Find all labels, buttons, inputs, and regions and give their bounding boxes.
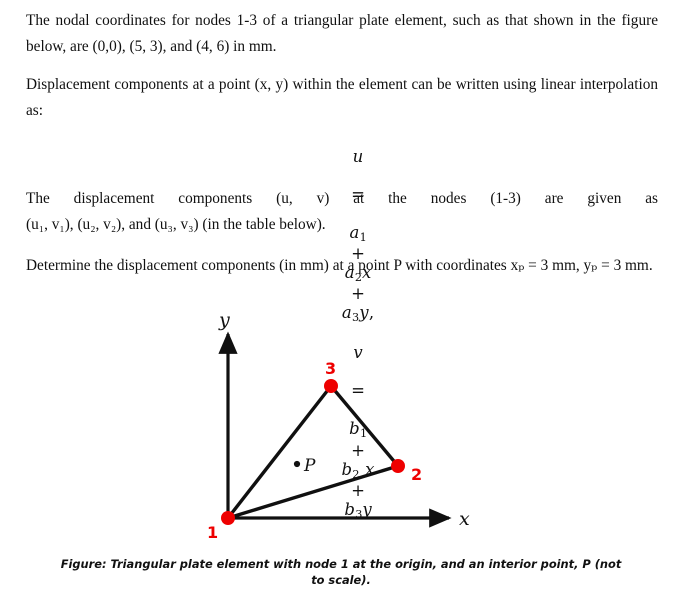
paragraph-1-text: The nodal coordinates for nodes 1-3 of a… xyxy=(26,12,658,55)
node-3-label: 3 xyxy=(325,359,336,378)
paragraph-nodal-coordinates: The nodal coordinates for nodes 1-3 of a… xyxy=(26,8,658,60)
axis-x-label: x xyxy=(459,508,470,530)
axis-y-label: y xyxy=(218,309,230,331)
paragraph-nodal-displacements: The displacement components (u, v) at th… xyxy=(26,186,658,238)
paragraph-2-text: Displacement components at a point (x, y… xyxy=(26,76,658,119)
figure-triangular-element: P 1 2 3 y x xyxy=(0,300,683,550)
node-2-marker xyxy=(391,459,405,473)
node-3-marker xyxy=(324,379,338,393)
node-1-label: 1 xyxy=(207,523,218,542)
document-page: The nodal coordinates for nodes 1-3 of a… xyxy=(0,0,683,609)
paragraph-determine-task: Determine the displacement components (i… xyxy=(26,253,666,279)
point-p-marker xyxy=(293,460,301,468)
point-p-label: P xyxy=(303,456,316,476)
node-2-label: 2 xyxy=(411,465,422,484)
paragraph-3-line-1: The displacement components (u, v) at th… xyxy=(26,190,658,207)
eq-u-lhs: u xyxy=(352,147,364,166)
figure-caption: Figure: Triangular plate element with no… xyxy=(60,557,622,587)
paragraph-4-text: Determine the displacement components (i… xyxy=(26,257,653,274)
paragraph-3-line-2: (u₁, v₁), (u₂, v₂), and (u₃, v₃) (in the… xyxy=(26,216,326,233)
node-1-marker xyxy=(221,511,235,525)
paragraph-interpolation-intro: Displacement components at a point (x, y… xyxy=(26,72,658,124)
triangle-element xyxy=(226,384,400,520)
